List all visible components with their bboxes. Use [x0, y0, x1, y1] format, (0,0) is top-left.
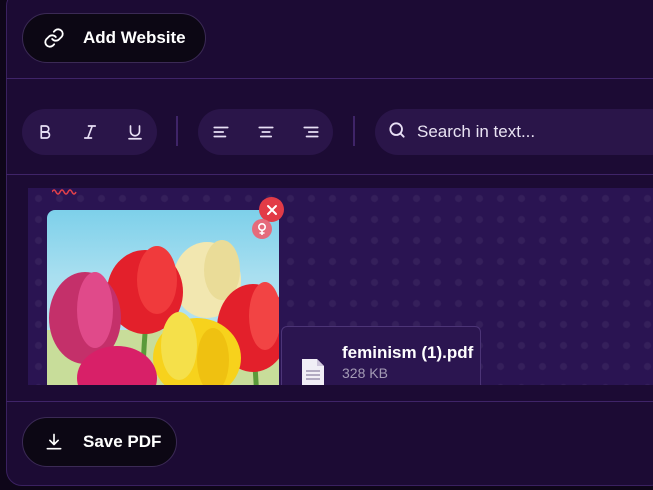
tulip-image[interactable] — [47, 210, 279, 385]
download-icon — [43, 431, 65, 453]
search-bar — [375, 109, 653, 155]
close-icon — [266, 204, 277, 215]
format-toolbar — [22, 109, 157, 155]
pin-icon — [257, 222, 267, 235]
align-left-button[interactable] — [198, 109, 243, 155]
divider — [6, 174, 653, 175]
align-right-button[interactable] — [288, 109, 333, 155]
divider — [6, 401, 653, 402]
add-website-button[interactable]: Add Website — [22, 13, 206, 63]
toolbar-separator — [176, 116, 178, 146]
divider — [6, 78, 653, 79]
toolbar-separator — [353, 116, 355, 146]
align-center-button[interactable] — [243, 109, 288, 155]
align-toolbar — [198, 109, 333, 155]
italic-button[interactable] — [67, 109, 112, 155]
image-badge — [252, 219, 272, 239]
file-size: 328 KB — [342, 365, 388, 381]
bold-button[interactable] — [22, 109, 67, 155]
editor-content[interactable]: feminism (1).pdf 328 KB — [28, 188, 653, 385]
underline-button[interactable] — [112, 109, 157, 155]
search-input[interactable] — [417, 122, 647, 142]
link-icon — [43, 27, 65, 49]
save-pdf-button[interactable]: Save PDF — [22, 417, 177, 467]
spellcheck-underline — [52, 189, 77, 195]
save-pdf-label: Save PDF — [83, 432, 162, 451]
file-name: feminism (1).pdf — [342, 343, 474, 362]
file-attachment[interactable]: feminism (1).pdf 328 KB — [281, 326, 481, 385]
document-icon — [300, 357, 326, 385]
search-icon — [387, 120, 407, 145]
add-website-label: Add Website — [83, 28, 186, 47]
